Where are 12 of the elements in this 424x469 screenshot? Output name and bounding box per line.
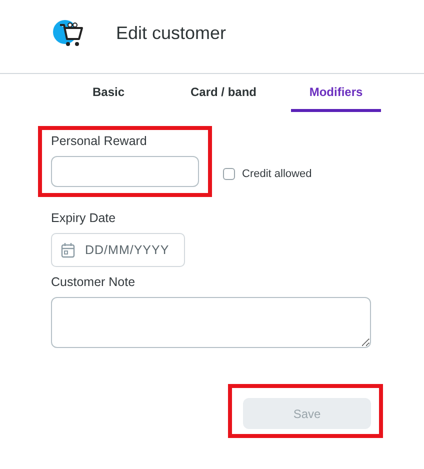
page-title: Edit customer	[116, 23, 226, 44]
field-label: Customer Note	[51, 275, 136, 289]
tab[interactable]: Modifiers	[291, 74, 381, 112]
input-field[interactable]	[51, 156, 199, 187]
checkbox-label: Credit allowed	[242, 168, 312, 180]
field-label: Personal Reward	[51, 134, 148, 148]
date-field[interactable]: DD/MM/YYYY	[51, 233, 185, 267]
note-field[interactable]	[51, 297, 371, 348]
field-label: Expiry Date	[51, 211, 116, 225]
tab[interactable]: Card / band	[166, 74, 281, 112]
tab[interactable]: Basic	[51, 74, 166, 112]
checkbox[interactable]	[223, 168, 235, 180]
